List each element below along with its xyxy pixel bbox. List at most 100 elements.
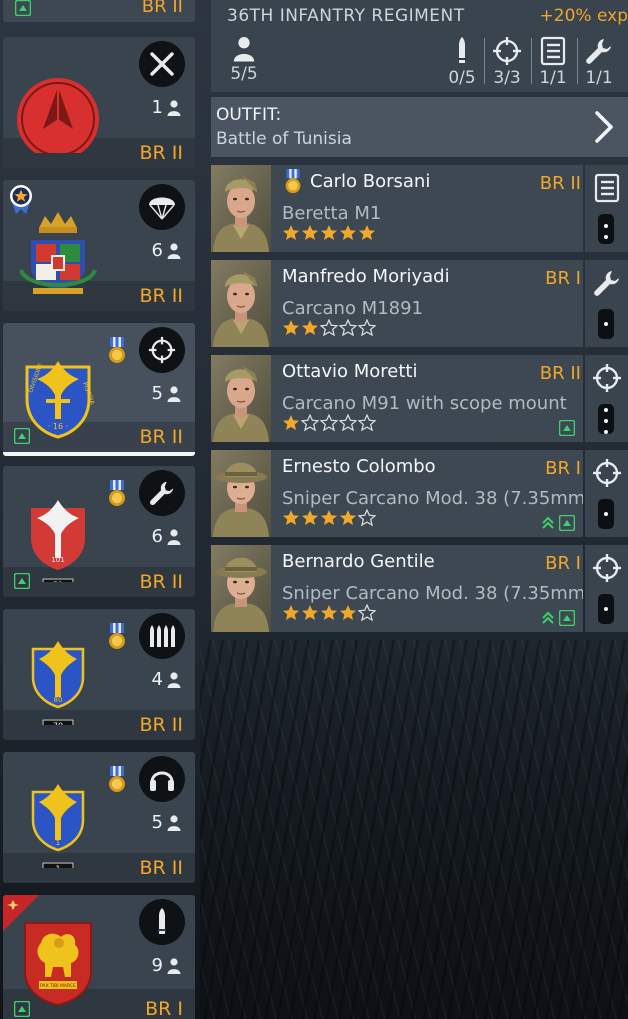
rank-icon: [598, 214, 614, 244]
soldier-row[interactable]: Bernardo Gentile Sniper Carcano Mod. 38 …: [211, 545, 583, 632]
squad-card-partial[interactable]: BR II: [3, 0, 195, 22]
squad-card-ammo[interactable]: 80 70 4 BR II: [3, 609, 195, 740]
squad-card-engineer[interactable]: 1 BR II: [3, 37, 195, 168]
squad-size-value: 6: [151, 240, 163, 261]
star-filled-icon: [282, 224, 300, 242]
squad-card-engineer-2[interactable]: 101 52 6 BR II: [3, 466, 195, 597]
rank-pip: [604, 430, 608, 434]
soldier-row[interactable]: Ernesto Colombo Sniper Carcano Mod. 38 (…: [211, 450, 583, 537]
squad-card-rifle[interactable]: PAX TIBI MARCE 9 BR I: [3, 895, 195, 1019]
person-icon: [167, 529, 181, 545]
squad-card-paratrooper[interactable]: 6 BR II: [3, 180, 195, 311]
stat-snipers: 3/3: [489, 36, 525, 88]
squad-size: 5: [152, 383, 181, 404]
soldier-row[interactable]: Ottavio Moretti Carcano M91 with scope m…: [211, 355, 583, 442]
squad-size: 4: [152, 669, 181, 690]
squad-br: BR I: [145, 998, 183, 1019]
soldier-br: BR I: [541, 268, 581, 289]
chevron-right-icon[interactable]: [592, 109, 616, 145]
bullet-icon: [139, 899, 185, 945]
star-filled-icon: [282, 414, 300, 432]
star-filled-icon: [320, 509, 338, 527]
soldier-class-panel[interactable]: [585, 545, 628, 632]
upgrade-available-icon: [559, 610, 575, 626]
star-empty-icon: [339, 414, 357, 432]
svg-text:52: 52: [53, 581, 63, 583]
soldier-weapon: Sniper Carcano Mod. 38 (7.35mm: [282, 583, 583, 604]
soldier-rating: [282, 414, 376, 432]
squad-size-value: 5: [151, 383, 163, 404]
squad-size: 5: [152, 812, 181, 833]
star-empty-icon: [358, 509, 376, 527]
outfit-label: OUTFIT:: [216, 105, 282, 125]
squad-br: BR II: [141, 0, 183, 17]
rank-pip: [604, 419, 608, 423]
rank-pip: [604, 512, 608, 516]
lion-of-st-mark-emblem: PAX TIBI MARCE: [24, 922, 92, 1007]
squad-card-sniper-selected[interactable]: · 16 · DIVISIONE PISTOIA 5 BR II: [3, 323, 195, 456]
squad-size-value: 1: [151, 97, 163, 118]
soldier-portrait: [211, 260, 271, 347]
soldier-br: BR II: [535, 173, 581, 194]
medal-icon: [284, 169, 302, 195]
squad-br: BR II: [139, 426, 183, 448]
svg-text:1: 1: [55, 865, 60, 869]
soldier-weapon: Carcano M1891: [282, 298, 424, 319]
rank-icon: [598, 309, 614, 339]
medal-icon: [108, 480, 126, 508]
soldier-class-panel[interactable]: [585, 355, 628, 442]
rank-pip: [604, 408, 608, 412]
soldier-rating: [282, 509, 376, 527]
upgrade-available-icon: [559, 515, 575, 531]
soldier-rating: [282, 604, 376, 622]
soldier-portrait: [211, 165, 271, 252]
division-1-superga-emblem: 1 1: [31, 784, 85, 869]
stat-engineers: 1/1: [581, 36, 617, 88]
soldier-class-panel[interactable]: [585, 260, 628, 347]
soldier-class-panel[interactable]: [585, 450, 628, 537]
parachute-icon: [139, 184, 185, 230]
double-chevron-up-icon: [542, 516, 554, 529]
squad-header: 36TH INFANTRY REGIMENT +20% exp 5/5 0/5 …: [211, 0, 628, 92]
squad-card-radio[interactable]: 1 1 5 BR II: [3, 752, 195, 883]
soldier-portrait: [211, 450, 271, 537]
soldier-row[interactable]: Manfredo Moriyadi Carcano M1891 BR I: [211, 260, 583, 347]
soldier-name: Ernesto Colombo: [282, 456, 436, 477]
stat-ammo: 0/5: [445, 36, 479, 88]
soldier-name: Carlo Borsani: [310, 171, 431, 192]
star-filled-icon: [301, 604, 319, 622]
squad-size: 6: [152, 240, 181, 261]
stat-value: 0/5: [448, 68, 476, 88]
division-101-trieste-emblem: 101 52: [31, 500, 85, 583]
star-empty-icon: [358, 604, 376, 622]
soldier-row[interactable]: Carlo Borsani Beretta M1 BR II: [211, 165, 583, 252]
crossed-tools-icon: [139, 41, 185, 87]
rank-icon: [598, 594, 614, 624]
squad-size-value: 4: [151, 669, 163, 690]
outfit-value: Battle of Tunisia: [216, 129, 352, 149]
upgrade-indicators: [559, 420, 575, 436]
wrench-icon: [139, 470, 185, 516]
svg-text:PAX TIBI MARCE: PAX TIBI MARCE: [40, 983, 76, 989]
medal-icon: [108, 766, 126, 794]
soldier-class-panel[interactable]: [585, 165, 628, 252]
star-filled-icon: [339, 604, 357, 622]
outfit-selector[interactable]: OUTFIT: Battle of Tunisia: [211, 97, 628, 157]
soldier-name: Manfredo Moriyadi: [282, 266, 450, 287]
crosshair-icon: [492, 36, 522, 66]
soldier-portrait: [211, 545, 271, 632]
upgrade-available-icon: [14, 1001, 30, 1017]
red-circle-emblem: [17, 78, 99, 153]
rank-pip: [604, 607, 608, 611]
squad-size: 1: [152, 97, 181, 118]
star-filled-icon: [358, 224, 376, 242]
stat-officers: 1/1: [535, 36, 571, 88]
headphones-icon: [139, 756, 185, 802]
soldier-weapon: Sniper Carcano Mod. 38 (7.35mm: [282, 488, 583, 509]
star-empty-icon: [339, 319, 357, 337]
star-empty-icon: [358, 319, 376, 337]
squad-br: BR II: [139, 857, 183, 879]
crosshair-icon: [592, 458, 622, 488]
star-empty-icon: [320, 319, 338, 337]
stat-value: 1/1: [539, 68, 567, 88]
